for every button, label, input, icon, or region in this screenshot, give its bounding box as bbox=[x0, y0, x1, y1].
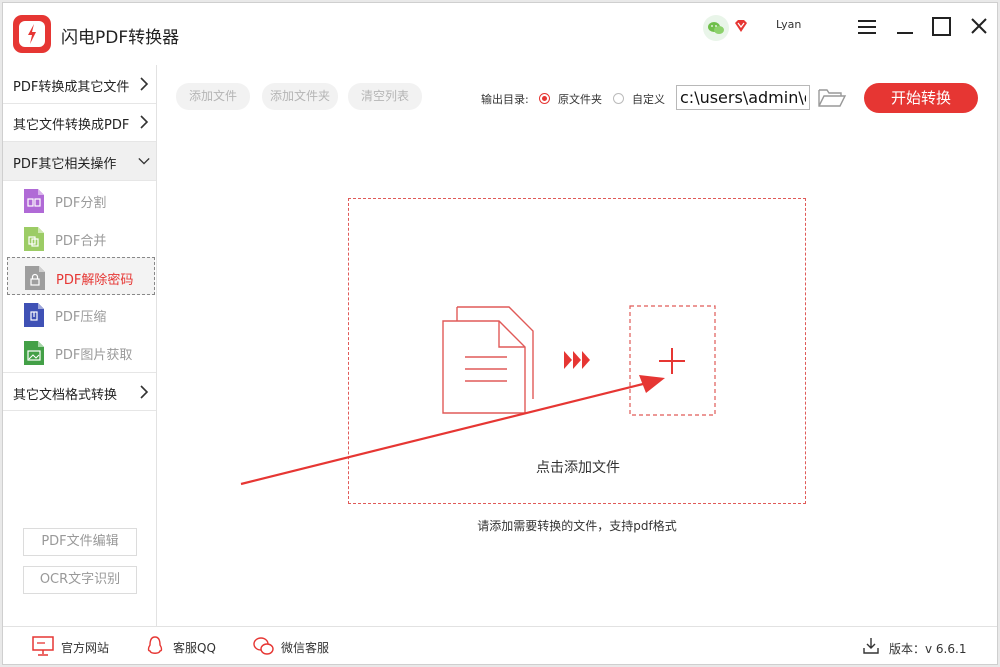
footer: 官方网站 客服QQ 微信客服 版本：v 6.6.1 bbox=[3, 626, 997, 664]
sidebar-item-label: 其它文档格式转换 bbox=[13, 388, 118, 403]
app-window: 闪电PDF转换器 Lyan PDF转换成其它文件 其它文件转换成PDF PDF其… bbox=[2, 2, 998, 665]
username[interactable]: Lyan bbox=[776, 18, 801, 31]
official-website-label: 官方网站 bbox=[61, 641, 110, 655]
file-drop-zone[interactable]: 点击添加文件 bbox=[348, 198, 806, 504]
chevron-down-icon bbox=[138, 157, 150, 165]
chevron-right-icon bbox=[140, 115, 149, 129]
sidebar-item-pdf-to-other[interactable]: PDF转换成其它文件 bbox=[3, 65, 156, 104]
pdf-image-icon bbox=[24, 341, 44, 365]
ocr-button[interactable]: OCR文字识别 bbox=[23, 566, 137, 594]
output-dir-label: 输出目录: bbox=[481, 93, 529, 106]
monitor-icon bbox=[32, 636, 54, 656]
vip-diamond-icon[interactable] bbox=[731, 17, 751, 37]
sidebar-item-other-to-pdf[interactable]: 其它文件转换成PDF bbox=[3, 103, 156, 142]
qq-support-link[interactable]: 客服QQ bbox=[143, 635, 233, 657]
forward-arrows-icon bbox=[564, 351, 590, 369]
official-website-link[interactable]: 官方网站 bbox=[31, 635, 141, 657]
sidebar-subitem-label: PDF解除密码 bbox=[56, 273, 134, 288]
wechat-icon[interactable] bbox=[703, 15, 729, 41]
version-label: 版本：v 6.6.1 bbox=[889, 642, 967, 656]
sidebar-subitem-pdf-merge[interactable]: PDF合并 bbox=[3, 219, 156, 257]
pdf-edit-button[interactable]: PDF文件编辑 bbox=[23, 528, 137, 556]
wechat-chat-icon bbox=[253, 637, 274, 655]
pdf-unlock-icon bbox=[25, 266, 45, 290]
menu-icon[interactable] bbox=[853, 13, 881, 41]
pdf-merge-icon bbox=[24, 227, 44, 251]
sidebar-item-other-doc-formats[interactable]: 其它文档格式转换 bbox=[3, 372, 156, 411]
radio-original-folder[interactable] bbox=[539, 93, 550, 104]
qq-penguin-icon bbox=[147, 636, 163, 654]
add-folder-button[interactable]: 添加文件夹 bbox=[262, 83, 338, 110]
clear-list-button[interactable]: 清空列表 bbox=[348, 83, 422, 110]
app-logo-icon bbox=[13, 15, 51, 53]
minimize-icon[interactable] bbox=[891, 13, 919, 41]
sidebar-item-label: PDF其它相关操作 bbox=[13, 157, 117, 172]
chevron-right-icon bbox=[140, 77, 149, 91]
version-info[interactable]: 版本：v 6.6.1 bbox=[861, 635, 981, 657]
drop-zone-label[interactable]: 点击添加文件 bbox=[349, 457, 807, 477]
sidebar-item-label: PDF转换成其它文件 bbox=[13, 80, 130, 95]
radio-custom-folder[interactable] bbox=[613, 93, 624, 104]
maximize-icon[interactable] bbox=[927, 13, 955, 41]
sidebar-subitem-pdf-split[interactable]: PDF分割 bbox=[3, 181, 156, 219]
document-icon bbox=[442, 306, 534, 414]
sidebar: PDF转换成其它文件 其它文件转换成PDF PDF其它相关操作 PDF分割 PD… bbox=[3, 65, 157, 626]
sidebar-subitem-pdf-image[interactable]: PDF图片获取 bbox=[3, 333, 156, 371]
chevron-right-icon bbox=[140, 385, 149, 399]
title-bar: 闪电PDF转换器 Lyan bbox=[3, 3, 997, 65]
app-title: 闪电PDF转换器 bbox=[61, 28, 180, 48]
wechat-support-label: 微信客服 bbox=[281, 641, 330, 655]
add-file-button[interactable]: 添加文件 bbox=[176, 83, 250, 110]
sidebar-subitem-pdf-unlock[interactable]: PDF解除密码 bbox=[7, 257, 155, 295]
sidebar-subitem-label: PDF分割 bbox=[55, 196, 107, 211]
sidebar-subitem-pdf-compress[interactable]: PDF压缩 bbox=[3, 295, 156, 333]
radio-custom-folder-label[interactable]: 自定义 bbox=[632, 91, 665, 107]
sidebar-subitem-label: PDF压缩 bbox=[55, 310, 107, 325]
folder-open-icon[interactable] bbox=[817, 87, 847, 109]
sidebar-subitem-label: PDF图片获取 bbox=[55, 348, 133, 363]
sidebar-item-pdf-other-ops[interactable]: PDF其它相关操作 bbox=[3, 142, 156, 181]
qq-support-label: 客服QQ bbox=[173, 641, 216, 655]
pdf-split-icon bbox=[24, 189, 44, 213]
start-convert-button[interactable]: 开始转换 bbox=[864, 83, 978, 113]
pdf-compress-icon bbox=[24, 303, 44, 327]
drop-hint: 请添加需要转换的文件，支持pdf格式 bbox=[477, 519, 677, 533]
wechat-support-link[interactable]: 微信客服 bbox=[251, 635, 351, 657]
close-icon[interactable] bbox=[965, 13, 993, 41]
output-path-input[interactable] bbox=[676, 85, 810, 110]
sidebar-item-label: 其它文件转换成PDF bbox=[13, 118, 130, 133]
add-file-plus-icon[interactable] bbox=[629, 305, 716, 416]
sidebar-subitem-label: PDF合并 bbox=[55, 234, 107, 249]
download-update-icon bbox=[863, 638, 879, 654]
radio-original-folder-label[interactable]: 原文件夹 bbox=[558, 91, 602, 107]
